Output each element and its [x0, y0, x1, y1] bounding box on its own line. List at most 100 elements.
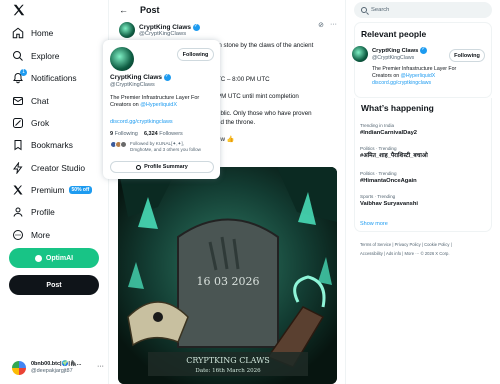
- bookmark-icon: [12, 139, 24, 151]
- nav-premium[interactable]: Premium 50% off: [12, 182, 93, 198]
- search-input[interactable]: Search: [354, 2, 492, 18]
- author-handle[interactable]: @CryptKingClaws: [139, 31, 200, 37]
- relevant-person-bio: The Premier Infrastructure Layer For Cre…: [372, 66, 484, 87]
- nav-chat[interactable]: Chat: [12, 93, 49, 109]
- profile-summary-button[interactable]: Profile Summary: [110, 161, 214, 173]
- optimai-label: OptimAI: [45, 254, 74, 262]
- relevant-person-avatar[interactable]: [352, 46, 368, 62]
- nav-label: Chat: [31, 96, 49, 106]
- search-placeholder: Search: [371, 7, 390, 13]
- relevant-person-name[interactable]: CryptKing Claws: [372, 48, 418, 54]
- nav-explore[interactable]: Explore: [12, 48, 59, 64]
- verified-badge-icon: [164, 73, 172, 81]
- profile-hover-card: Following CryptKing Claws @CryptKingClaw…: [103, 40, 220, 179]
- grok-explain-icon[interactable]: ⊘: [318, 21, 324, 29]
- search-icon: [12, 50, 24, 62]
- nav-label: Notifications: [31, 73, 77, 83]
- following-count-link[interactable]: 9 Following: [110, 131, 138, 137]
- home-icon: [12, 27, 24, 39]
- nav-home[interactable]: Home: [12, 25, 53, 41]
- hover-card-name[interactable]: CryptKing Claws: [110, 74, 162, 81]
- notification-count-badge: 1: [20, 69, 27, 76]
- optimai-button[interactable]: OptimAI: [9, 248, 99, 268]
- following-button[interactable]: Following: [177, 48, 214, 61]
- post-button[interactable]: Post: [9, 275, 99, 295]
- followed-by[interactable]: Followed by KUNAL[✦,✦], DmghoMe, and 3 o…: [110, 141, 214, 153]
- bell-icon: 1: [12, 69, 27, 84]
- nav-more[interactable]: More: [12, 227, 50, 243]
- trend-item[interactable]: Politics · Trending #अमित_शाह_पैराशिस्टी…: [360, 146, 490, 160]
- nav-label: Creator Studio: [31, 163, 85, 173]
- image-banner-subtitle: Date: 16th March 2026: [195, 368, 261, 374]
- nav-label: Explore: [31, 51, 60, 61]
- relevant-people-title: Relevant people: [361, 29, 427, 39]
- trend-tag: #अमित_शाह_पैराशिस्टी_बचाओ: [360, 153, 428, 159]
- hover-card-link[interactable]: discord.gg/cryptkingclaws: [110, 119, 173, 125]
- premium-discount-badge: 50% off: [68, 186, 93, 194]
- trend-tag: #IndianCarnivalDay2: [360, 130, 418, 136]
- nav-label: Grok: [31, 118, 50, 128]
- hover-card-handle[interactable]: @CryptKingClaws: [110, 82, 155, 88]
- hover-card-stats: 9 Following 6,324 Followers: [110, 131, 183, 137]
- following-count: 9: [110, 131, 114, 137]
- trend-tag: #HimantaOnceAgain: [360, 178, 417, 184]
- profile-summary-label: Profile Summary: [144, 164, 188, 170]
- more-circle-icon: [12, 229, 24, 241]
- back-arrow-icon[interactable]: ←: [119, 5, 128, 15]
- nav-label: Premium: [31, 185, 65, 195]
- nav-profile[interactable]: Profile: [12, 204, 55, 220]
- image-banner-title: CRYPTKING CLAWS: [186, 356, 270, 365]
- footer-line[interactable]: Accessibility | Ads info | More ··· © 20…: [360, 249, 492, 258]
- account-switcher[interactable]: 0bnb00.btc|🌍|🦍... @deepakjargjt87 ···: [12, 358, 108, 378]
- following-label: Following: [114, 131, 138, 137]
- nav-bookmarks[interactable]: Bookmarks: [12, 137, 73, 153]
- left-sidebar: Home Explore 1 Notifications Chat Grok B…: [0, 0, 108, 384]
- post-more-icon[interactable]: ···: [330, 21, 337, 29]
- post-author[interactable]: CryptKing Claws @CryptKingClaws: [119, 20, 201, 40]
- nav-notifications[interactable]: 1 Notifications: [12, 69, 77, 86]
- page-title: Post: [140, 5, 160, 15]
- bio-line: The Premier Infrastructure Layer For: [372, 66, 457, 72]
- optimai-icon: [34, 254, 42, 262]
- followers-count-link[interactable]: 6,324 Followers: [144, 131, 183, 137]
- nav-creator-studio[interactable]: Creator Studio: [12, 160, 85, 176]
- lightning-icon: [12, 162, 24, 174]
- whats-happening-title: What’s happening: [361, 103, 434, 113]
- nav-label: Bookmarks: [31, 140, 73, 150]
- relevant-person-handle[interactable]: @CryptKingClaws: [372, 55, 414, 61]
- relevant-following-button[interactable]: Following: [449, 49, 485, 62]
- search-icon: [361, 7, 367, 13]
- mail-icon: [12, 95, 24, 107]
- nav-grok[interactable]: Grok: [12, 115, 49, 131]
- account-name: 0bnb00.btc|🌍|🦍...: [31, 361, 82, 367]
- whats-happening-panel: What’s happening: [354, 98, 492, 232]
- grok-icon: [136, 164, 142, 170]
- trend-item[interactable]: Politics · Trending #HimantaOnceAgain: [360, 171, 490, 185]
- grok-icon: [12, 117, 24, 129]
- bio-mention-link[interactable]: @HyperliquidX: [140, 102, 177, 108]
- hover-card-bio: The Premier Infrastructure Layer For Cre…: [110, 95, 214, 109]
- footer-links[interactable]: Terms of Service | Privacy Policy | Cook…: [360, 240, 492, 258]
- tombstone-date: 16 03 2026: [197, 275, 260, 288]
- right-sidebar: Search Relevant people CryptKing Claws @…: [346, 0, 500, 384]
- account-handle: @deepakjargjt87: [31, 368, 73, 374]
- bio-line: Creators on: [110, 102, 141, 108]
- account-more-icon[interactable]: ···: [97, 363, 104, 370]
- avatar: [12, 361, 26, 375]
- bio-line: The Premier Infrastructure Layer For: [110, 95, 200, 101]
- trend-item[interactable]: Trending in India #IndianCarnivalDay2: [360, 123, 490, 137]
- bio-mention-link[interactable]: @HyperliquidX: [401, 73, 436, 79]
- trend-item[interactable]: Sports · Trending Vaibhav Suryavanshi: [360, 194, 490, 208]
- hover-card-avatar[interactable]: [110, 47, 134, 71]
- followers-count: 6,324: [143, 131, 158, 137]
- verified-badge-icon: [193, 23, 201, 31]
- post-image[interactable]: 16 03 2026 CRYPTKING CLAWS Date: 16th Ma…: [118, 167, 337, 384]
- x-premium-icon: [12, 184, 24, 196]
- author-avatar[interactable]: [119, 22, 135, 38]
- bio-link[interactable]: discord.gg/cryptkingclaws: [372, 80, 484, 87]
- show-more-link[interactable]: Show more: [360, 221, 388, 227]
- x-logo-icon[interactable]: [12, 3, 28, 19]
- author-name[interactable]: CryptKing Claws: [139, 24, 191, 31]
- post-button-label: Post: [46, 281, 62, 289]
- footer-line[interactable]: Terms of Service | Privacy Policy | Cook…: [360, 240, 492, 249]
